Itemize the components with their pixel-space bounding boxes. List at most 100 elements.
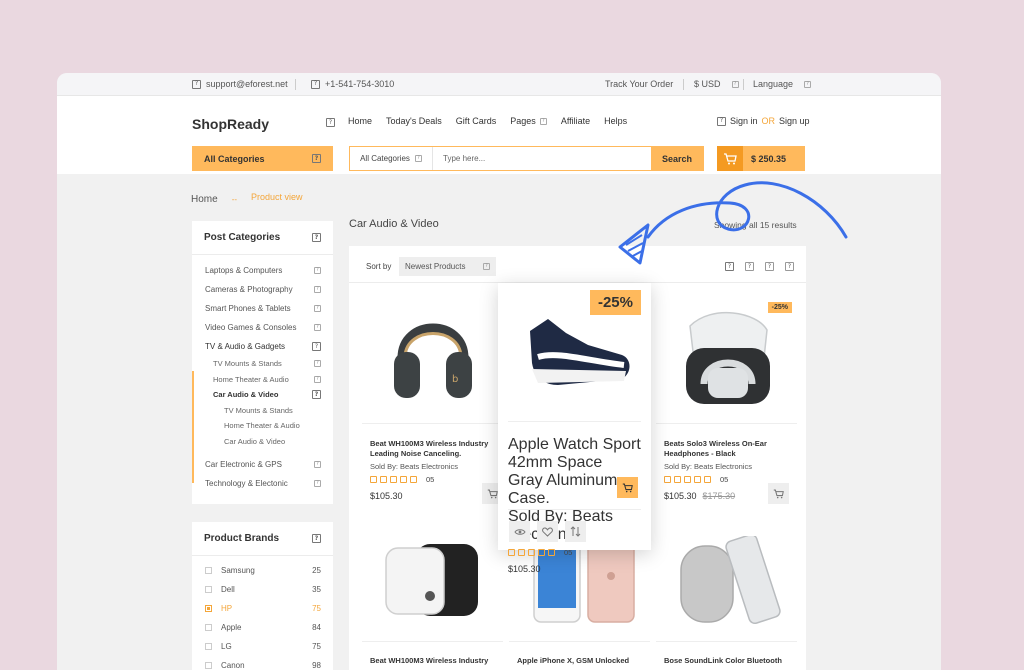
- category-label: Technology & Electonic: [205, 479, 288, 488]
- product-name[interactable]: Bose SoundLink Color Bluetooth: [664, 656, 789, 666]
- product-image[interactable]: [651, 521, 802, 641]
- cart-button[interactable]: $ 250.35: [717, 146, 805, 171]
- subcategory-item[interactable]: TV Mounts & Stands?: [192, 356, 333, 372]
- add-to-cart-button[interactable]: [768, 483, 789, 504]
- brand-item[interactable]: Canon 98: [192, 656, 333, 670]
- divider: [683, 79, 684, 90]
- product-card[interactable]: -25% Beats Solo3 Wireless On-Ear Headpho…: [651, 283, 802, 516]
- category-item[interactable]: Technology & Electonic?: [192, 474, 333, 493]
- product-name[interactable]: Beat WH100M3 Wireless Industry: [370, 656, 495, 666]
- compare-button[interactable]: [565, 521, 586, 542]
- subcategory-item-active[interactable]: Car Audio & Video?: [192, 387, 333, 403]
- subcategory-item[interactable]: Car Audio & Video: [192, 434, 333, 450]
- product-seller: Sold By: Beats Electronics: [370, 462, 458, 471]
- checkbox[interactable]: [205, 586, 212, 593]
- checkbox[interactable]: [205, 643, 212, 650]
- rating-count: 05: [426, 475, 435, 484]
- cart-icon: [622, 483, 633, 492]
- old-price: $175.30: [702, 491, 736, 501]
- panel-header: Product Brands ?: [192, 522, 333, 556]
- browser-frame: ? support@eforest.net ? +1-541-754-3010 …: [57, 73, 941, 670]
- nav-todays-deals[interactable]: Today's Deals: [386, 116, 442, 126]
- subcategory-item[interactable]: TV Mounts & Stands: [192, 403, 333, 419]
- plus-icon: ?: [314, 286, 321, 293]
- checkbox[interactable]: [205, 567, 212, 574]
- brand-item-selected[interactable]: HP 75: [192, 599, 333, 618]
- product-name[interactable]: Beats Solo3 Wireless On-Ear Headphones -…: [664, 439, 789, 459]
- subcategory-label: Home Theater & Audio: [213, 374, 289, 384]
- collapse-icon[interactable]: ?: [312, 233, 321, 242]
- wishlist-button[interactable]: [537, 521, 558, 542]
- mail-icon: ?: [192, 79, 201, 89]
- subcategory-item[interactable]: Home Theater & Audio?: [192, 372, 333, 388]
- email-contact[interactable]: ? support@eforest.net: [192, 79, 288, 89]
- search-button[interactable]: Search: [651, 147, 703, 170]
- chevron-down-icon: ?: [414, 155, 422, 162]
- nav-gift-cards[interactable]: Gift Cards: [456, 116, 497, 126]
- brand-item[interactable]: Samsung 25: [192, 561, 333, 580]
- search-input[interactable]: Type here...: [433, 147, 651, 170]
- rating: 05: [508, 548, 641, 557]
- brand-count: 25: [312, 566, 321, 575]
- track-order-link[interactable]: Track Your Order: [605, 79, 673, 89]
- product-image[interactable]: [518, 299, 638, 404]
- product-name[interactable]: Apple iPhone X, GSM Unlocked: [517, 656, 642, 666]
- phone-contact[interactable]: ? +1-541-754-3010: [311, 79, 394, 89]
- checkbox[interactable]: [205, 624, 212, 631]
- search-category-select[interactable]: All Categories ?: [350, 147, 433, 170]
- brand-item[interactable]: Apple 84: [192, 618, 333, 637]
- language-label: Language: [753, 79, 794, 89]
- brand-item[interactable]: Dell 35: [192, 580, 333, 599]
- product-price: $105.30: [370, 491, 495, 501]
- plus-icon: ?: [314, 461, 321, 468]
- breadcrumb-home[interactable]: Home: [191, 194, 218, 205]
- product-card[interactable]: Beat WH100M3 Wireless Industry: [357, 521, 508, 670]
- star-icon: [410, 476, 417, 483]
- star-icon: [684, 476, 691, 483]
- main-nav: Home Today's Deals Gift Cards Pages? Aff…: [348, 116, 641, 126]
- panel-header: Post Categories ?: [192, 221, 333, 255]
- cart-total: $ 250.35: [751, 153, 787, 164]
- add-to-cart-button[interactable]: [617, 477, 638, 498]
- checkbox-checked[interactable]: [205, 605, 212, 612]
- collapse-icon[interactable]: ?: [312, 534, 321, 543]
- product-image[interactable]: [357, 521, 508, 641]
- bluetooth-speaker-image: [679, 536, 781, 625]
- category-item[interactable]: Laptops & Computers?: [192, 261, 333, 280]
- chevron-down-icon: ?: [804, 80, 812, 88]
- nav-helps[interactable]: Helps: [604, 116, 627, 126]
- nav-affiliate[interactable]: Affiliate: [561, 116, 590, 126]
- product-seller: Sold By: Beats Electronics: [664, 462, 752, 471]
- sort-select[interactable]: Newest Products ?: [399, 257, 496, 276]
- sign-in-link[interactable]: Sign in: [730, 116, 758, 126]
- language-selector[interactable]: Language ?: [753, 79, 812, 89]
- category-item[interactable]: Car Electronic & GPS?: [192, 455, 333, 474]
- menu-icon[interactable]: ?: [326, 118, 335, 127]
- sign-up-link[interactable]: Sign up: [779, 116, 810, 126]
- currency-selector[interactable]: $ USD ?: [694, 79, 739, 89]
- nav-label: Today's Deals: [386, 116, 442, 126]
- subcategory-item[interactable]: Home Theater & Audio: [192, 418, 333, 434]
- product-card[interactable]: b Beat WH100M3 Wireless Industry Leading…: [357, 283, 508, 516]
- nav-home[interactable]: Home: [348, 116, 372, 126]
- product-card[interactable]: Bose SoundLink Color Bluetooth: [651, 521, 802, 670]
- checkbox[interactable]: [205, 662, 212, 669]
- star-icon: [390, 476, 397, 483]
- chevron-down-icon: ?: [731, 80, 739, 88]
- product-name[interactable]: Beat WH100M3 Wireless Industry Leading N…: [370, 439, 495, 459]
- category-item[interactable]: Video Games & Consoles?: [192, 318, 333, 337]
- quick-view-button[interactable]: [509, 521, 530, 542]
- category-item[interactable]: Cameras & Photography?: [192, 280, 333, 299]
- nav-pages[interactable]: Pages?: [510, 116, 547, 126]
- category-item-active[interactable]: TV & Audio & Gadgets?: [192, 337, 333, 356]
- category-item[interactable]: Smart Phones & Tablets?: [192, 299, 333, 318]
- subcategory-label: TV Mounts & Stands: [213, 359, 282, 369]
- star-icon: [538, 549, 545, 556]
- product-card-hover[interactable]: -25% Apple Watch Sport 42mm Space Gray A…: [498, 283, 651, 574]
- logo[interactable]: ShopReady: [192, 116, 269, 132]
- product-image[interactable]: b: [357, 283, 508, 423]
- brand-item[interactable]: LG 75: [192, 637, 333, 656]
- svg-text:b: b: [452, 374, 458, 385]
- all-categories-button[interactable]: All Categories ?: [192, 146, 333, 171]
- nav-label: Helps: [604, 116, 628, 126]
